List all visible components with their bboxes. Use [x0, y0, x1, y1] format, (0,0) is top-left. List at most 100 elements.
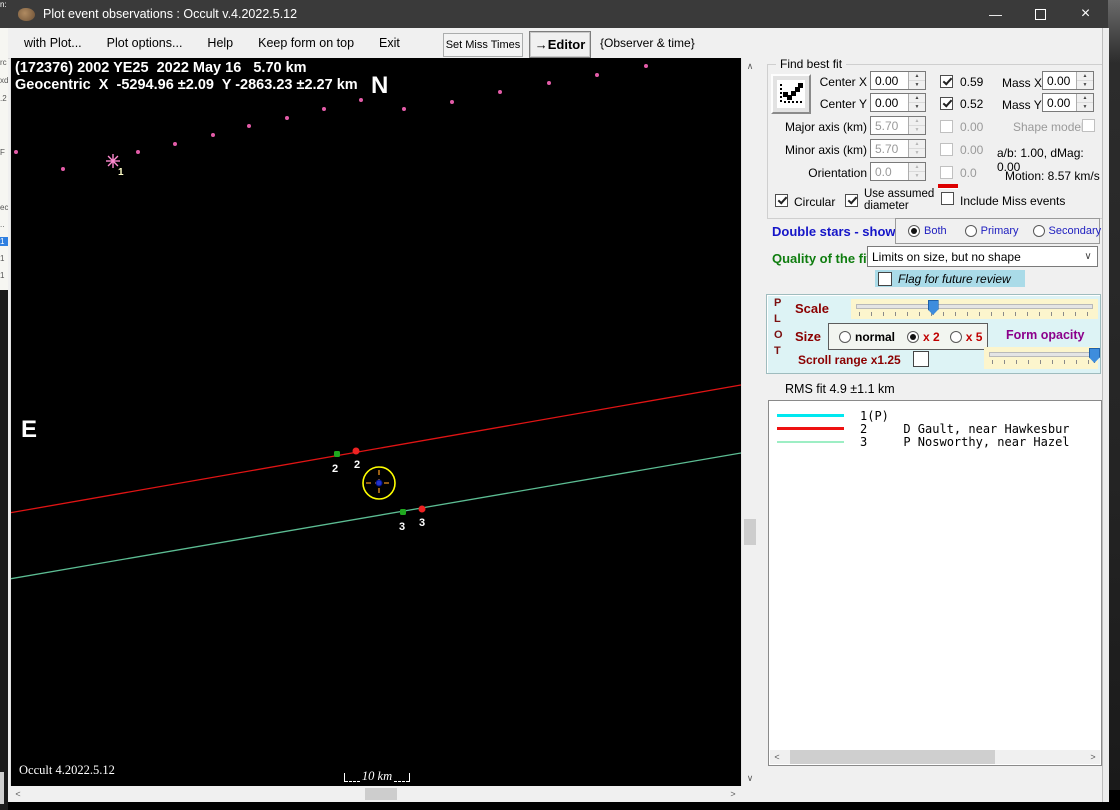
minimize-button[interactable]: —: [973, 0, 1018, 28]
quality-of-fit-value: Limits on size, but no shape: [868, 250, 1079, 264]
rms-fit-label: RMS fit 4.9 ±1.1 km: [785, 382, 895, 396]
spin-up-icon[interactable]: ▲: [909, 72, 925, 81]
mass-y-field[interactable]: 0.00 ▲▼: [1042, 93, 1094, 112]
radio-icon[interactable]: [839, 331, 851, 343]
star-dot: [211, 133, 215, 137]
mass-x-value[interactable]: 0.00: [1043, 72, 1076, 89]
center-x-field[interactable]: 0.00 ▲▼: [870, 71, 926, 90]
spin-down-icon[interactable]: ▼: [909, 81, 925, 89]
center-x-spinner[interactable]: ▲▼: [908, 72, 925, 89]
scale-bar-end: [409, 773, 410, 782]
radio-primary[interactable]: Primary: [965, 225, 1019, 237]
observer-row[interactable]: 2 D Gault, near Hawkesbur: [777, 422, 1101, 435]
observer-time-label: {Observer & time}: [600, 36, 695, 50]
center-y-field[interactable]: 0.00 ▲▼: [870, 93, 926, 112]
spin-up-icon[interactable]: ▲: [1077, 72, 1093, 81]
menu-plot-options[interactable]: Plot options...: [103, 36, 187, 50]
mass-y-spinner[interactable]: ▲▼: [1076, 94, 1093, 111]
editor-button[interactable]: →Editor: [529, 31, 591, 58]
menu-help[interactable]: Help: [203, 36, 237, 50]
horizontal-scroll-thumb[interactable]: [365, 788, 397, 800]
orientation-value: 0.0: [871, 163, 908, 180]
form-opacity-slider[interactable]: [984, 347, 1098, 369]
disappearance-marker: [334, 451, 340, 457]
minor-axis-value: 5.70: [871, 140, 908, 157]
radio-icon[interactable]: [1033, 225, 1045, 237]
scroll-up-icon[interactable]: ∧: [742, 58, 758, 74]
fit-major-value: 0.00: [960, 120, 983, 134]
radio-size-x2[interactable]: x 2: [907, 330, 940, 344]
maximize-button[interactable]: [1018, 0, 1063, 28]
bg-fragment: .2: [0, 94, 8, 103]
mass-x-spinner[interactable]: ▲▼: [1076, 72, 1093, 89]
center-y-spinner[interactable]: ▲▼: [908, 94, 925, 111]
star-dot: [61, 167, 65, 171]
use-assumed-line2: diameter: [864, 200, 909, 212]
spin-up-icon[interactable]: ▲: [909, 94, 925, 103]
menu-keep-on-top[interactable]: Keep form on top: [254, 36, 358, 50]
fit-y-checkbox[interactable]: [940, 97, 953, 110]
use-assumed-diameter-checkbox[interactable]: [845, 194, 858, 207]
chevron-down-icon[interactable]: ∨: [1079, 251, 1097, 262]
spin-up-icon: ▲: [909, 163, 925, 172]
radio-icon[interactable]: [907, 331, 919, 343]
use-assumed-line1: Use assumed: [864, 188, 934, 200]
scale-slider[interactable]: [851, 299, 1098, 319]
radio-size-normal[interactable]: normal: [839, 330, 895, 344]
close-button[interactable]: ×: [1063, 0, 1108, 28]
radio-secondary[interactable]: Secondary: [1033, 225, 1102, 237]
star-dot: [450, 100, 454, 104]
radio-size-x5[interactable]: x 5: [950, 330, 983, 344]
spin-up-icon[interactable]: ▲: [1077, 94, 1093, 103]
plot-letter: T: [774, 345, 781, 357]
circular-checkbox[interactable]: [775, 194, 788, 207]
menu-with-plot[interactable]: with Plot...: [20, 36, 86, 50]
flag-review-label: Flag for future review: [898, 272, 1011, 286]
plot-canvas[interactable]: 12233 (172376) 2002 YE25 2022 May 16 5.7…: [10, 58, 741, 786]
set-miss-times-button[interactable]: Set Miss Times: [443, 33, 523, 57]
include-miss-events-checkbox[interactable]: [941, 192, 954, 205]
list-horizontal-scrollbar[interactable]: < >: [770, 750, 1100, 764]
scroll-left-icon[interactable]: <: [10, 786, 26, 802]
quality-of-fit-dropdown[interactable]: Limits on size, but no shape ∨: [867, 246, 1098, 267]
titlebar[interactable]: Plot event observations : Occult v.4.202…: [8, 0, 1108, 28]
observers-list[interactable]: 1(P) 2 D Gault, near Hawkesbur 3 P Noswo…: [768, 400, 1102, 766]
list-scroll-thumb[interactable]: [790, 750, 995, 764]
flag-review-checkbox[interactable]: [878, 272, 892, 286]
fit-minor-checkbox: [940, 143, 953, 156]
fit-x-checkbox[interactable]: [940, 75, 953, 88]
spin-down-icon[interactable]: ▼: [1077, 81, 1093, 89]
radio-icon[interactable]: [908, 225, 920, 237]
spin-down-icon[interactable]: ▼: [1077, 103, 1093, 111]
star-dot: [547, 81, 551, 85]
major-axis-spinner: ▲▼: [908, 117, 925, 134]
center-y-value[interactable]: 0.00: [871, 94, 908, 111]
vertical-scroll-thumb[interactable]: [744, 519, 756, 545]
scroll-right-icon[interactable]: >: [725, 786, 741, 802]
shape-model-label: Shape model: [1013, 120, 1084, 134]
scroll-right-icon[interactable]: >: [1086, 750, 1100, 764]
fit-orientation-value: 0.0: [960, 166, 977, 180]
menu-exit[interactable]: Exit: [375, 36, 404, 50]
observer-row[interactable]: 3 P Nosworthy, near Hazel: [777, 435, 1101, 448]
radio-icon[interactable]: [965, 225, 977, 237]
star-dot: [595, 73, 599, 77]
scroll-range-checkbox[interactable]: [913, 351, 929, 367]
radio-icon[interactable]: [950, 331, 962, 343]
plot-vertical-scrollbar[interactable]: ∧ ∨: [741, 58, 758, 786]
observer-row[interactable]: 1(P): [777, 409, 1101, 422]
spin-down-icon: ▼: [909, 149, 925, 157]
scroll-left-icon[interactable]: <: [770, 750, 784, 764]
plot-version-label: Occult 4.2022.5.12: [19, 763, 115, 778]
chord-number-label: 3: [399, 521, 405, 533]
background-title-fragment: n:: [0, 0, 8, 28]
scroll-down-icon[interactable]: ∨: [742, 770, 758, 786]
radio-secondary-label: Secondary: [1049, 225, 1102, 237]
form-opacity-slider-thumb[interactable]: [1089, 348, 1100, 363]
spin-down-icon[interactable]: ▼: [909, 103, 925, 111]
mass-x-field[interactable]: 0.00 ▲▼: [1042, 71, 1094, 90]
radio-both[interactable]: Both: [908, 225, 947, 237]
center-x-value[interactable]: 0.00: [871, 72, 908, 89]
plot-horizontal-scrollbar[interactable]: < >: [10, 786, 741, 802]
mass-y-value[interactable]: 0.00: [1043, 94, 1076, 111]
